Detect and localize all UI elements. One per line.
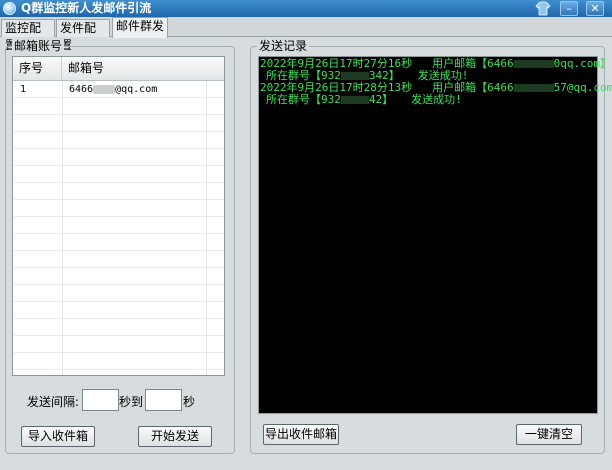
tab-send-config[interactable]: 发件配置 <box>56 19 110 52</box>
shirt-icon <box>535 1 551 16</box>
clear-all-button[interactable]: 一键清空 <box>516 424 582 445</box>
log-mail-suffix: 57@qq.com】 <box>553 81 612 94</box>
log-status: 发送成功! <box>411 93 462 106</box>
column-divider <box>62 81 63 375</box>
redaction-mask <box>93 84 116 94</box>
title-bar: Q群监控新人发邮件引流 – ✕ <box>0 0 612 17</box>
column-header-email[interactable]: 邮箱号 <box>62 57 224 80</box>
close-icon: ✕ <box>590 2 600 15</box>
interval-to-input[interactable] <box>145 389 182 411</box>
table-body <box>13 81 224 375</box>
minimize-button[interactable]: – <box>560 1 578 16</box>
mailbox-table[interactable]: 序号 邮箱号 1 6466 @qq.com <box>12 56 225 376</box>
interval-label: 发送间隔: <box>27 395 80 409</box>
table-row[interactable]: 1 6466 @qq.com <box>13 82 224 98</box>
column-header-index[interactable]: 序号 <box>13 57 62 80</box>
log-mail-suffix: 0qq.com】 <box>553 57 611 70</box>
redaction-mask <box>340 72 369 80</box>
redaction-mask <box>513 84 554 92</box>
tab-mass-mail[interactable]: 邮件群发 <box>112 17 168 38</box>
redaction-mask <box>340 96 369 104</box>
start-send-button[interactable]: 开始发送 <box>138 426 212 447</box>
mailbox-group-title: 邮箱账号 <box>12 39 65 53</box>
log-group-suffix: 42】 <box>368 93 394 106</box>
row-email: 6466 @qq.com <box>62 82 157 98</box>
table-header: 序号 邮箱号 <box>13 57 224 81</box>
skin-button[interactable] <box>534 1 552 16</box>
minimize-icon: – <box>566 2 572 15</box>
redaction-mask <box>513 60 554 68</box>
email-prefix: 6466 <box>69 84 94 95</box>
row-index: 1 <box>20 84 27 95</box>
send-log-console[interactable]: 2022年9月26日17时27分16秒 用户邮箱【6466 0qq.com】 所在群… <box>258 56 612 414</box>
import-inbox-button[interactable]: 导入收件箱 <box>21 426 95 447</box>
tab-label: 邮件群发 <box>116 19 165 33</box>
column-divider <box>206 81 207 375</box>
export-inbox-button[interactable]: 导出收件邮箱 <box>263 424 339 445</box>
window-title: Q群监控新人发邮件引流 <box>21 1 152 15</box>
interval-from-input[interactable] <box>82 389 119 411</box>
send-log-title: 发送记录 <box>257 39 310 53</box>
close-button[interactable]: ✕ <box>586 1 604 16</box>
log-group-label: 所在群号【932 <box>266 93 341 106</box>
interval-unit-label: 秒 <box>183 395 196 409</box>
tab-bar: 监控配置 发件配置 邮件群发 <box>0 17 612 52</box>
interval-between-label: 秒到 <box>119 395 144 409</box>
tab-monitor-config[interactable]: 监控配置 <box>1 19 55 52</box>
app-icon <box>3 2 16 15</box>
log-line: 所在群号【932 42】 发送成功! <box>260 94 597 106</box>
email-suffix: @qq.com <box>115 84 158 95</box>
